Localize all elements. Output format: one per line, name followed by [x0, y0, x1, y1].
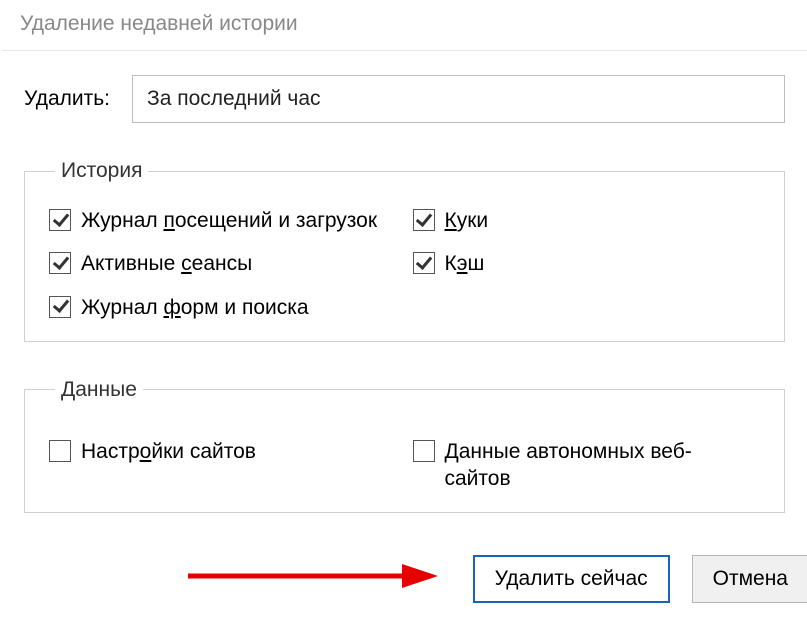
checkbox-form-search[interactable]: Журнал форм и поиска [49, 294, 397, 321]
checkbox-site-prefs[interactable]: Настройки сайтов [49, 438, 397, 493]
history-group: История Журнал посещений и загрузок Куки… [24, 159, 785, 342]
checkbox-active-logins[interactable]: Активные сеансы [49, 250, 397, 277]
checkbox-label: Журнал форм и поиска [81, 294, 309, 321]
delete-now-button[interactable]: Удалить сейчас [473, 555, 670, 603]
history-grid: Журнал посещений и загрузок Куки Активны… [49, 201, 760, 321]
checkbox-label: Данные автономных веб-сайтов [445, 438, 692, 493]
checkbox-box[interactable] [413, 209, 435, 231]
checkbox-label: Куки [445, 207, 489, 234]
delete-label: Удалить: [24, 87, 110, 111]
checkbox-cookies[interactable]: Куки [413, 207, 761, 234]
checkbox-box[interactable] [49, 209, 71, 231]
annotation-arrow [188, 561, 438, 591]
dialog-buttons: Удалить сейчас Отмена [473, 555, 807, 603]
checkbox-label: Журнал посещений и загрузок [81, 207, 377, 234]
cancel-button[interactable]: Отмена [692, 555, 807, 603]
checkbox-box[interactable] [49, 440, 71, 462]
data-group: Данные Настройки сайтов Данные автономны… [24, 378, 785, 514]
checkbox-offline-data[interactable]: Данные автономных веб-сайтов [413, 438, 761, 493]
checkbox-box[interactable] [49, 252, 71, 274]
dialog-content: Удалить: За последний час История Журнал… [2, 51, 807, 513]
checkbox-box[interactable] [413, 252, 435, 274]
data-grid: Настройки сайтов Данные автономных веб-с… [49, 420, 760, 493]
checkbox-label: Активные сеансы [81, 250, 252, 277]
checkbox-box[interactable] [49, 296, 71, 318]
data-legend: Данные [55, 378, 143, 402]
checkbox-cache[interactable]: Кэш [413, 250, 761, 277]
time-range-select[interactable]: За последний час [132, 75, 785, 123]
dialog-title: Удаление недавней истории [2, 2, 807, 46]
checkbox-browsing-downloads[interactable]: Журнал посещений и загрузок [49, 207, 397, 234]
checkbox-label: Настройки сайтов [81, 438, 256, 465]
checkbox-box[interactable] [413, 440, 435, 462]
clear-history-dialog: Удаление недавней истории Удалить: За по… [0, 0, 807, 625]
time-range-row: Удалить: За последний час [24, 75, 785, 123]
time-range-value: За последний час [147, 87, 321, 111]
checkbox-label: Кэш [445, 250, 485, 277]
history-legend: История [55, 159, 148, 183]
